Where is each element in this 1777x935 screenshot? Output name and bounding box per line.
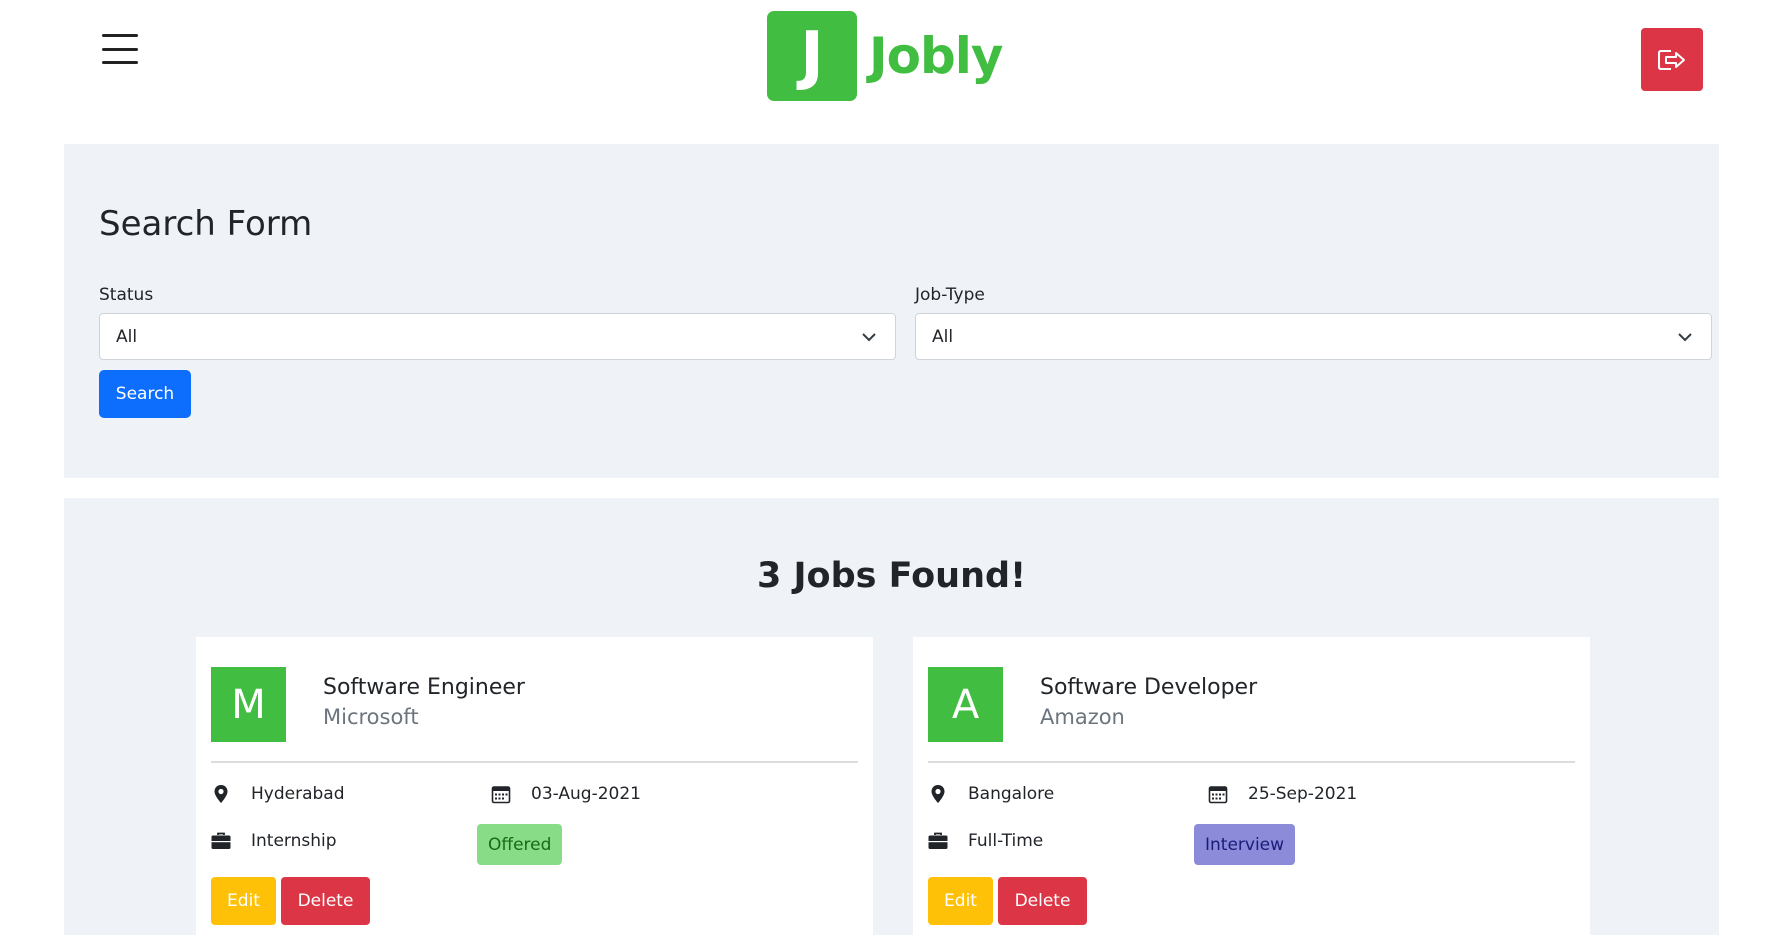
logout-button[interactable] [1641, 28, 1703, 91]
card-divider [928, 761, 1575, 763]
chevron-down-icon [862, 333, 876, 342]
search-form-title: Search Form [99, 204, 313, 244]
logout-icon [1658, 49, 1685, 70]
job-company: Microsoft [323, 705, 419, 729]
job-company: Amazon [1040, 705, 1125, 729]
map-pin-icon [211, 784, 231, 804]
job-location-text: Hyderabad [251, 784, 345, 804]
job-location: Bangalore [928, 784, 1054, 804]
status-badge: Offered [477, 824, 563, 865]
status-select-value: All [116, 326, 138, 347]
job-position: Software Developer [1040, 675, 1258, 700]
results-count-title: 3 Jobs Found! [756, 556, 1027, 596]
job-date: 25-Sep-2021 [1208, 784, 1357, 804]
calendar-icon [491, 784, 511, 804]
job-date-text: 03-Aug-2021 [531, 784, 641, 804]
hamburger-icon[interactable] [102, 34, 138, 64]
briefcase-icon [928, 831, 948, 851]
job-date: 03-Aug-2021 [491, 784, 641, 804]
chevron-down-icon [1678, 333, 1692, 342]
delete-button[interactable]: Delete [998, 877, 1087, 925]
job-position: Software Engineer [323, 675, 525, 700]
company-initial-avatar: M [211, 667, 286, 742]
job-type-label: Job-Type [915, 285, 985, 305]
job-card: A Software Developer Amazon Bangalore 25… [913, 637, 1590, 935]
job-card: M Software Engineer Microsoft Hyderabad … [196, 637, 873, 935]
navbar: J Jobly [0, 0, 1777, 144]
status-label: Status [99, 285, 154, 305]
job-type-select-value: All [932, 326, 954, 347]
map-pin-icon [928, 784, 948, 804]
job-type: Internship [211, 831, 337, 851]
edit-button[interactable]: Edit [211, 877, 276, 925]
company-initial-avatar: A [928, 667, 1003, 742]
search-form-panel: Search Form Status All Job-Type All Sear… [64, 144, 1719, 478]
status-badge: Interview [1194, 824, 1296, 865]
brand-logo[interactable]: J Jobly [767, 11, 1003, 101]
job-type-select[interactable]: All [915, 313, 1712, 360]
brand-name: Jobly [869, 27, 1003, 85]
calendar-icon [1208, 784, 1228, 804]
briefcase-icon [211, 831, 231, 851]
job-date-text: 25-Sep-2021 [1248, 784, 1358, 804]
job-type-text: Full-Time [968, 831, 1044, 851]
job-type-text: Internship [251, 831, 337, 851]
job-location: Hyderabad [211, 784, 345, 804]
card-divider [211, 761, 858, 763]
job-location-text: Bangalore [968, 784, 1055, 804]
brand-icon: J [767, 11, 857, 101]
edit-button[interactable]: Edit [928, 877, 993, 925]
search-button[interactable]: Search [99, 370, 191, 418]
status-select[interactable]: All [99, 313, 896, 360]
delete-button[interactable]: Delete [281, 877, 370, 925]
job-type: Full-Time [928, 831, 1043, 851]
